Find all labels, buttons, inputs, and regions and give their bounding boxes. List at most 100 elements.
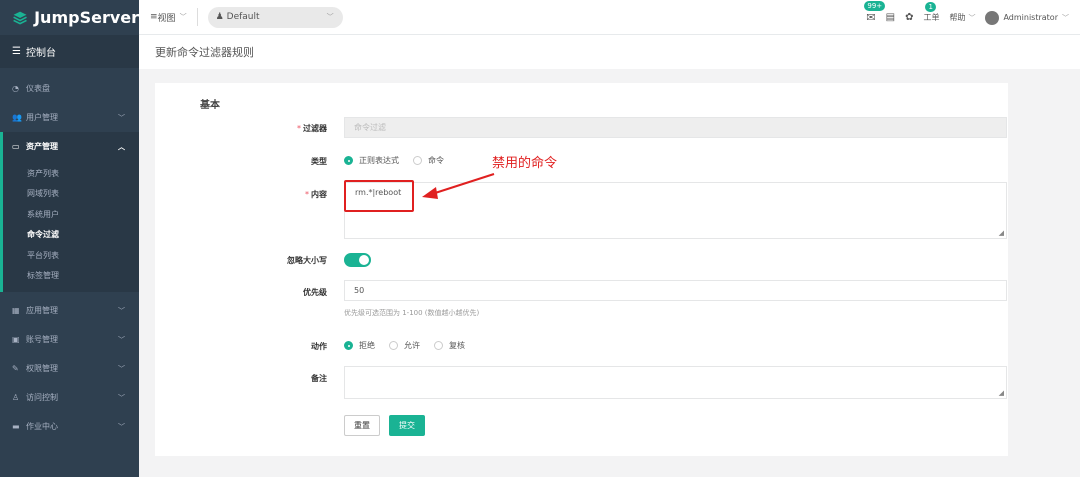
view-menu[interactable]: ≡ 视图 ﹀ [150,11,187,24]
brand[interactable]: JumpServer [0,0,139,35]
assets-submenu: 资产列表 网域列表 系统用户 命令过滤 平台列表 标签管理 [0,161,139,292]
radio-label: 允许 [404,341,420,350]
sidebar-item-applications[interactable]: ▦ 应用管理 ﹀ [0,296,139,325]
ignore-case-toggle[interactable] [344,253,371,267]
chevron-up-icon: ︿ [118,142,125,151]
sidebar-item-label: 作业中心 [26,422,58,431]
help-label: 帮助 [949,13,966,22]
action-radio-deny[interactable]: 拒绝 [344,340,375,351]
sidebar-subitem-label-management[interactable]: 标签管理 [3,266,139,287]
type-radio-group: 正则表达式 命令 [344,155,444,166]
comment-label: 备注 [311,374,327,383]
sidebar-item-label: 账号管理 [26,335,58,344]
priority-label: 优先级 [303,288,327,297]
tickets-badge: 1 [925,2,936,12]
messages-button[interactable]: ✉ 99+ [864,1,886,24]
sidebar-item-label: 仪表盘 [26,84,50,93]
edit-icon: ✎ [12,364,19,373]
sidebar-console[interactable]: ☰ 控制台 [0,35,139,68]
inbox-icon: ▭ [12,142,20,151]
notebook-icon[interactable]: ▤ [886,12,895,23]
sidebar-item-dashboard[interactable]: ◔ 仪表盘 [0,74,139,103]
sidebar-subitem-command-filter[interactable]: 命令过滤 [3,225,139,246]
submit-button[interactable]: 提交 [389,415,425,436]
content-textarea[interactable]: rm.*|reboot ◢ [344,182,1007,239]
messages-badge: 99+ [864,1,886,11]
chevron-down-icon: ﹀ [118,393,125,402]
users-icon: 👥 [12,113,22,122]
sidebar-subitem-system-user[interactable]: 系统用户 [3,204,139,225]
grid-icon: ▦ [12,306,20,315]
help-menu[interactable]: 帮助 ﹀ [949,12,975,23]
action-radio-group: 拒绝 允许 复核 [344,340,465,351]
chevron-down-icon: ﹀ [179,13,187,21]
comment-textarea[interactable]: ◢ [344,366,1007,399]
reset-button[interactable]: 重置 [344,415,380,436]
radio-label: 正则表达式 [359,156,399,165]
chevron-down-icon: ﹀ [118,306,125,315]
sidebar: JumpServer ☰ 控制台 ◔ 仪表盘 👥 用户管理 ﹀ ▭ 资产管理 ︿… [0,0,139,477]
sidebar-subitem-platform-list[interactable]: 平台列表 [3,245,139,266]
sidebar-item-permissions[interactable]: ✎ 权限管理 ﹀ [0,354,139,383]
chevron-down-icon: ﹀ [118,113,125,122]
sidebar-item-users[interactable]: 👥 用户管理 ﹀ [0,103,139,132]
chevron-down-icon: ﹀ [326,13,334,21]
topbar: ≡ 视图 ﹀ ♟ Default ﹀ ✉ 99+ ▤ ✿ 工单 1 帮助 ﹀ A… [139,0,1080,35]
dashboard-icon: ◔ [12,84,19,93]
sitemap-icon: ♟ [215,12,224,22]
type-label: 类型 [311,157,327,166]
sidebar-item-label: 访问控制 [26,393,58,402]
page-title: 更新命令过滤器规则 [155,46,254,59]
sitemap-icon: ♙ [12,393,20,402]
radio-label: 命令 [428,156,444,165]
filter-label-text: 过滤器 [303,124,327,133]
chevron-down-icon: ﹀ [1062,13,1069,22]
chevron-down-icon: ﹀ [118,364,125,373]
sidebar-item-access-control[interactable]: ♙ 访问控制 ﹀ [0,383,139,412]
topbar-right: ✉ 99+ ▤ ✿ 工单 1 帮助 ﹀ Administrator ﹀ [864,0,1069,35]
sidebar-item-job-center[interactable]: ▬ 作业中心 ﹀ [0,412,139,441]
tickets-button[interactable]: 工单 1 [923,2,939,23]
chevron-down-icon: ﹀ [118,422,125,431]
radio-dot [344,156,353,165]
filter-field[interactable]: 命令过滤 [344,117,1007,138]
sidebar-item-accounts[interactable]: ▣ 账号管理 ﹀ [0,325,139,354]
sliders-icon: ☰ [12,46,21,57]
org-select[interactable]: ♟ Default ﹀ [207,6,343,28]
resize-handle-icon[interactable]: ◢ [999,229,1004,237]
radio-dot [413,156,422,165]
filter-label: * 过滤器 [227,123,327,134]
required-mark: * [305,190,309,199]
divider [196,8,198,26]
user-name: Administrator [1003,13,1058,22]
sidebar-subitem-domain-list[interactable]: 网域列表 [3,184,139,205]
sidebar-item-assets[interactable]: ▭ 资产管理 ︿ [0,132,139,161]
required-mark: * [297,124,301,133]
content-label: * 内容 [227,189,327,200]
content-label-text: 内容 [311,190,327,199]
form-card: 基本 * 过滤器 命令过滤 类型 正则表达式 命令 * 内容 rm.*|reboot… [155,83,1008,456]
gear-icon[interactable]: ✿ [905,12,913,23]
priority-input[interactable]: 50 [344,280,1007,301]
action-radio-allow[interactable]: 允许 [389,340,420,351]
envelope-icon: ✉ [866,11,876,24]
org-select-value: Default [226,12,260,22]
section-title: 基本 [200,100,220,111]
radio-dot [344,341,353,350]
sidebar-item-label: 应用管理 [26,306,58,315]
priority-help: 优先级可选范围为 1-100 (数值越小越优先) [344,309,480,317]
user-menu[interactable]: Administrator ﹀ [985,10,1069,25]
type-radio-regex[interactable]: 正则表达式 [344,155,399,166]
avatar [985,10,1000,25]
type-radio-command[interactable]: 命令 [413,155,444,166]
view-menu-label: 视图 [157,13,176,24]
radio-dot [434,341,443,350]
resize-handle-icon[interactable]: ◢ [999,389,1004,397]
jumpserver-logo-icon [13,11,27,25]
sidebar-item-label: 用户管理 [26,113,58,122]
action-label: 动作 [311,342,327,351]
sidebar-item-label: 资产管理 [26,142,58,151]
chevron-down-icon: ﹀ [968,13,976,22]
sidebar-subitem-asset-list[interactable]: 资产列表 [3,163,139,184]
action-radio-review[interactable]: 复核 [434,340,465,351]
